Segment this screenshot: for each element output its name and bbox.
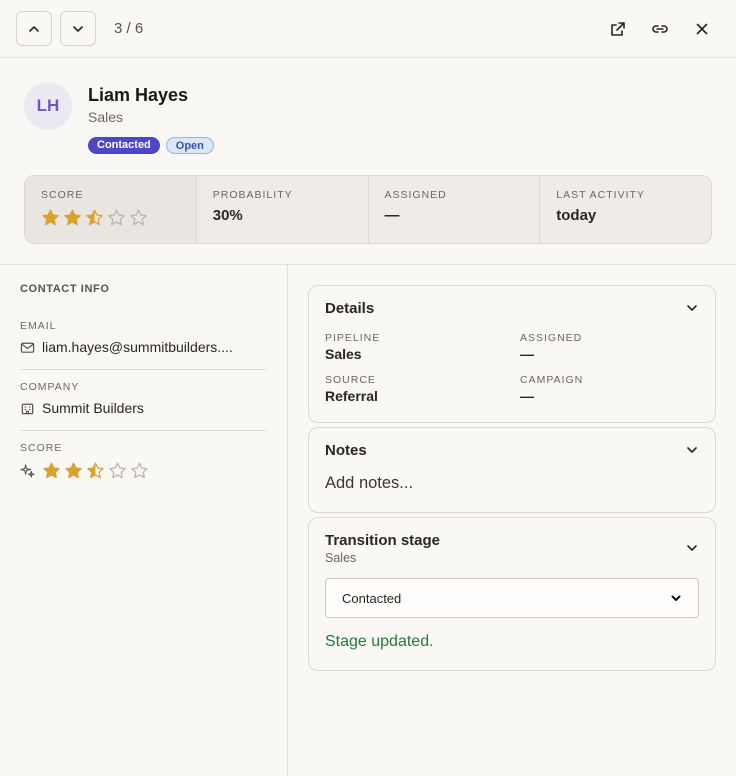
details-title: Details <box>325 300 375 317</box>
contact-info-panel: CONTACT INFO EMAIL liam.hayes@summitbuil… <box>20 283 267 480</box>
copy-link-button[interactable] <box>648 17 672 41</box>
stat-assigned: ASSIGNED — <box>367 176 540 243</box>
details-card: Details PIPELINE Sales ASSIGNED — SOURCE… <box>308 285 716 423</box>
section-divider <box>0 264 736 265</box>
score-stars[interactable] <box>42 461 149 480</box>
email-field: EMAIL liam.hayes@summitbuilders.... <box>20 295 267 370</box>
email-label: EMAIL <box>20 320 57 332</box>
star-filled-icon <box>42 209 59 226</box>
contact-info-title: CONTACT INFO <box>20 283 110 295</box>
notes-card: Notes Add notes... <box>308 427 716 513</box>
stat-value: today <box>556 207 597 224</box>
external-link-icon <box>611 22 625 36</box>
close-button[interactable] <box>690 17 714 41</box>
star-filled-icon <box>65 462 82 479</box>
score-field: SCORE <box>20 431 267 480</box>
chevron-down-icon <box>671 595 681 601</box>
transition-title: Transition stage <box>325 532 441 549</box>
open-external-button[interactable] <box>606 17 630 41</box>
contact-header: LH Liam Hayes Sales Contacted Open <box>24 82 714 162</box>
close-icon <box>696 23 708 35</box>
stat-label: ASSIGNED <box>384 189 447 201</box>
company-label: COMPANY <box>20 381 80 393</box>
assigned-label: ASSIGNED <box>520 332 583 344</box>
source-label: SOURCE <box>325 374 376 386</box>
score-label: SCORE <box>20 442 63 454</box>
chevron-down-icon[interactable] <box>685 541 699 555</box>
stage-badge: Contacted <box>88 137 160 154</box>
stage-status-message: Stage updated. <box>325 633 434 650</box>
column-divider <box>287 265 288 776</box>
notes-title: Notes <box>325 442 367 459</box>
chevron-down-icon <box>73 25 83 32</box>
company-value: Summit Builders <box>42 400 144 416</box>
star-empty-icon <box>108 209 125 226</box>
star-filled-icon <box>64 209 81 226</box>
stat-label: PROBABILITY <box>212 189 293 201</box>
stat-score: SCORE <box>25 176 196 243</box>
score-value-row <box>20 461 267 480</box>
stat-value: — <box>384 207 400 224</box>
notes-input[interactable]: Add notes... <box>325 474 413 493</box>
company-field: COMPANY Summit Builders <box>20 370 267 431</box>
star-half-icon <box>86 209 103 226</box>
stage-select-value: Contacted <box>342 590 402 606</box>
sparkle-icon <box>20 464 35 478</box>
star-empty-icon <box>130 209 147 226</box>
building-icon <box>21 403 34 414</box>
transition-subtitle: Sales <box>325 551 357 565</box>
stat-last-activity: LAST ACTIVITY today <box>539 176 711 243</box>
chevron-down-icon[interactable] <box>685 443 699 457</box>
pipeline-value: Sales <box>325 346 362 362</box>
mail-icon <box>20 342 35 353</box>
status-badges: Contacted Open <box>88 137 214 154</box>
stat-probability: PROBABILITY 30% <box>195 176 368 243</box>
star-empty-icon <box>131 462 148 479</box>
star-half-icon <box>87 462 104 479</box>
chevron-up-icon <box>29 25 39 32</box>
star-empty-icon <box>109 462 126 479</box>
campaign-value: — <box>520 388 534 404</box>
previous-record-button[interactable] <box>16 11 52 46</box>
pipeline-label: PIPELINE <box>325 332 381 344</box>
assigned-value: — <box>520 346 534 362</box>
top-actions <box>606 17 714 41</box>
star-filled-icon <box>43 462 60 479</box>
stat-value: 30% <box>212 207 243 224</box>
next-record-button[interactable] <box>60 11 96 46</box>
campaign-label: CAMPAIGN <box>520 374 584 386</box>
avatar: LH <box>24 82 72 130</box>
source-value: Referral <box>325 388 378 404</box>
record-counter: 3 / 6 <box>114 20 144 37</box>
stage-select[interactable]: Contacted <box>325 578 699 618</box>
email-value[interactable]: liam.hayes@summitbuilders.... <box>42 339 233 355</box>
stat-label: LAST ACTIVITY <box>556 189 645 201</box>
transition-stage-card: Transition stage Sales Contacted Stage u… <box>308 517 716 671</box>
company-value-row: Summit Builders <box>20 400 267 416</box>
contact-department: Sales <box>88 109 124 125</box>
contact-name: Liam Hayes <box>88 85 189 105</box>
email-value-row[interactable]: liam.hayes@summitbuilders.... <box>20 339 267 355</box>
chevron-down-icon[interactable] <box>685 301 699 315</box>
score-stars <box>41 208 180 227</box>
stats-strip: SCORE PROBABILITY 30% ASSIGNED — LAST AC… <box>24 175 712 244</box>
stat-label: SCORE <box>41 189 84 201</box>
status-badge: Open <box>165 137 214 154</box>
link-icon <box>652 25 668 33</box>
